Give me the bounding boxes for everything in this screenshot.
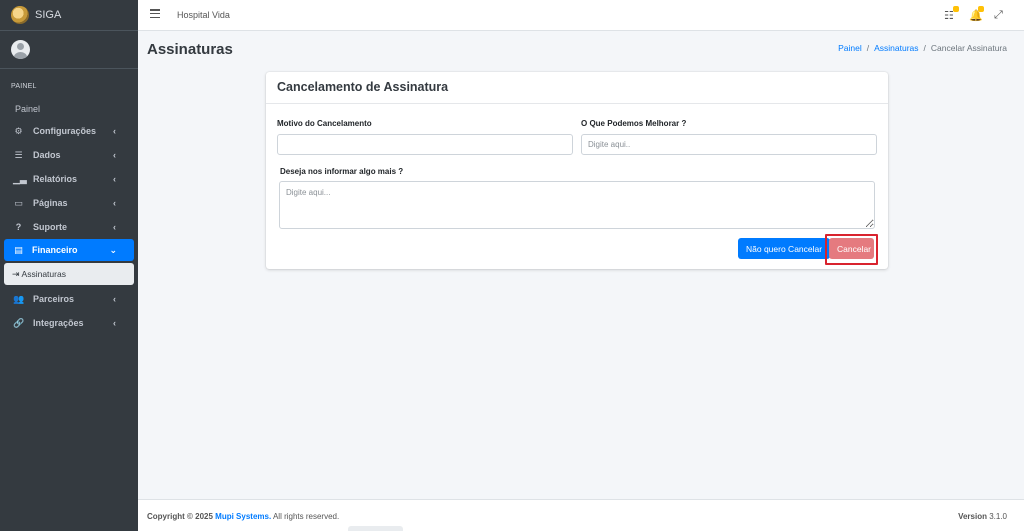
brand-logo [11, 6, 29, 24]
card-header: Cancelamento de Assinatura [266, 72, 888, 104]
cancel-subscription-button[interactable]: Cancelar [829, 238, 874, 259]
improve-input[interactable] [581, 134, 877, 155]
breadcrumb-assinaturas[interactable]: Assinaturas [874, 43, 918, 53]
sidebar-item-paginas[interactable]: ▭ Páginas ‹ [0, 191, 138, 215]
database-icon: ☰ [14, 149, 23, 160]
company-link[interactable]: Mupi Systems. [215, 512, 271, 521]
sidebar-item-label: Integrações [33, 318, 84, 328]
page-title: Assinaturas [147, 41, 233, 58]
task-badge [953, 6, 959, 12]
sidebar-item-label: Páginas [33, 198, 68, 208]
brand-name: SIGA [35, 9, 62, 21]
sidebar-item-label: Financeiro [32, 245, 78, 255]
breadcrumb-separator: / [866, 43, 870, 53]
sidebar-item-label: Parceiros [33, 294, 75, 304]
question-icon: ? [15, 222, 22, 232]
chevron-left-icon: ‹ [113, 318, 116, 328]
users-icon: 👥 [13, 293, 25, 304]
copyright-text: Copyright © 2025 [147, 512, 213, 521]
sidebar-item-configuracoes[interactable]: ⚙ Configurações ‹ [0, 119, 138, 143]
sidebar-item-parceiros[interactable]: 👥 Parceiros ‹ [0, 287, 138, 311]
link-icon: 🔗 [13, 317, 25, 328]
chevron-left-icon: ‹ [113, 174, 116, 184]
fullscreen-icon[interactable]: ⤢ [994, 9, 1003, 22]
breadcrumb-current: Cancelar Assinatura [930, 43, 1007, 53]
sidebar-subitem-assinaturas[interactable]: ⇥ Assinaturas [4, 263, 134, 285]
scroll-indicator [348, 526, 403, 531]
sidebar-item-label: Relatórios [33, 174, 78, 184]
notification-badge [978, 6, 984, 12]
sidebar-item-integracoes[interactable]: 🔗 Integrações ‹ [0, 311, 138, 335]
cogs-icon: ⚙ [14, 125, 23, 136]
sign-in-icon: ⇥ [12, 268, 20, 279]
breadcrumb: Painel / Assinaturas / Cancelar Assinatu… [838, 43, 1007, 53]
reason-label: Motivo do Cancelamento [277, 119, 372, 128]
footer-copyright: Copyright © 2025 Mupi Systems. All right… [147, 512, 339, 521]
chevron-down-icon: ⌄ [109, 244, 117, 255]
keep-subscription-button[interactable]: Não quero Cancelar [738, 238, 831, 259]
rights-text: All rights reserved. [272, 512, 340, 521]
sidebar-item-financeiro[interactable]: ▤ Financeiro ⌄ [4, 239, 134, 261]
footer-version: Version 3.1.0 [958, 512, 1007, 521]
version-label: Version [958, 512, 987, 521]
sidebar-item-painel[interactable]: Painel [0, 98, 138, 119]
breadcrumb-separator: / [923, 43, 926, 53]
sidebar-item-label: Configurações [33, 126, 97, 136]
brand-link[interactable]: SIGA [0, 0, 138, 31]
sidebar-item-label: Suporte [33, 222, 68, 232]
footer: Copyright © 2025 Mupi Systems. All right… [138, 499, 1024, 531]
version-value: 3.1.0 [989, 512, 1007, 521]
reason-input[interactable] [277, 134, 573, 155]
desktop-icon: ▭ [14, 197, 23, 208]
sidebar-item-label: Dados [33, 150, 61, 160]
sidebar: SIGA PAINEL Painel ⚙ Configurações ‹ ☰ D… [0, 0, 138, 531]
sidebar-item-relatorios[interactable]: ▁▃ Relatórios ‹ [0, 167, 138, 191]
topbar: Hospital Vida ☷ 🔔 ⤢ [138, 0, 1024, 31]
wallet-icon: ▤ [14, 244, 23, 255]
sidebar-item-suporte[interactable]: ? Suporte ‹ [0, 215, 138, 239]
user-avatar[interactable] [11, 40, 30, 59]
card-title: Cancelamento de Assinatura [277, 80, 449, 94]
more-info-textarea[interactable] [279, 181, 875, 229]
chevron-left-icon: ‹ [113, 198, 116, 208]
user-panel [0, 31, 138, 69]
more-info-label: Deseja nos informar algo mais ? [280, 167, 404, 176]
menu-toggle-icon[interactable] [150, 9, 160, 19]
nav-header: PAINEL [11, 83, 37, 90]
chart-icon: ▁▃ [13, 173, 27, 184]
improve-label: O Que Podemos Melhorar ? [581, 119, 687, 128]
chevron-left-icon: ‹ [113, 150, 116, 160]
chevron-left-icon: ‹ [113, 126, 116, 136]
breadcrumb-painel[interactable]: Painel [838, 43, 862, 53]
org-name: Hospital Vida [177, 10, 230, 20]
sidebar-subitem-label: Assinaturas [21, 269, 66, 279]
chevron-left-icon: ‹ [113, 294, 116, 304]
chevron-left-icon: ‹ [113, 222, 116, 232]
sidebar-item-dados[interactable]: ☰ Dados ‹ [0, 143, 138, 167]
cancel-subscription-card: Cancelamento de Assinatura Motivo do Can… [266, 72, 888, 269]
